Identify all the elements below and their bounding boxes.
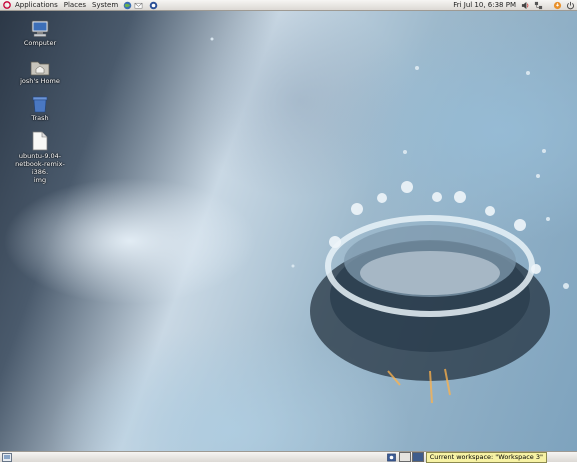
workspace-1[interactable]: [398, 452, 411, 462]
desktop-icon-label: josh's Home: [20, 77, 60, 85]
help-launcher-icon[interactable]: [149, 1, 158, 10]
shutdown-icon[interactable]: [566, 1, 575, 10]
trash-icon: [32, 96, 48, 113]
desktop-background[interactable]: Computer josh's Home Trash ubuntu-9.04- …: [0, 11, 577, 451]
top-panel: Applications Places System Fri Jul 10, 6…: [0, 0, 577, 11]
mail-launcher-icon[interactable]: [134, 1, 143, 10]
applet-icon[interactable]: [386, 453, 396, 462]
file-icon: [32, 131, 48, 151]
applications-menu[interactable]: Applications: [12, 0, 61, 11]
show-desktop-icon[interactable]: [2, 452, 12, 462]
places-menu[interactable]: Places: [61, 0, 89, 11]
workspace-tooltip: Current workspace: "Workspace 3": [425, 451, 547, 463]
network-icon[interactable]: [534, 1, 543, 10]
desktop-icon-computer[interactable]: Computer: [8, 20, 72, 47]
desktop-icon-label-line: netbook-remix-i386.: [15, 160, 65, 176]
distro-logo-icon[interactable]: [3, 1, 11, 9]
computer-icon: [31, 20, 49, 37]
volume-icon[interactable]: [521, 1, 530, 10]
desktop-icon-label-line: ubuntu-9.04-: [18, 152, 62, 160]
desktop-icon-home[interactable]: josh's Home: [8, 59, 72, 85]
home-folder-icon: [30, 61, 50, 76]
web-browser-launcher-icon[interactable]: [123, 1, 132, 10]
workspace-switcher[interactable]: [398, 452, 424, 462]
desktop-icon-img-file[interactable]: ubuntu-9.04- netbook-remix-i386. img: [8, 131, 72, 184]
system-menu[interactable]: System: [89, 0, 121, 11]
desktop-icon-label: Trash: [31, 114, 49, 122]
update-notifier-icon[interactable]: [553, 1, 562, 10]
bottom-panel: Current workspace: "Workspace 3": [0, 451, 577, 463]
desktop-icon-label: Computer: [23, 39, 57, 47]
water-drop-wallpaper: [210, 37, 569, 404]
clock[interactable]: Fri Jul 10, 6:38 PM: [450, 0, 519, 11]
desktop-icon-trash[interactable]: Trash: [8, 95, 72, 122]
workspace-2[interactable]: [411, 452, 424, 462]
desktop-icon-label-line: img: [33, 176, 47, 184]
